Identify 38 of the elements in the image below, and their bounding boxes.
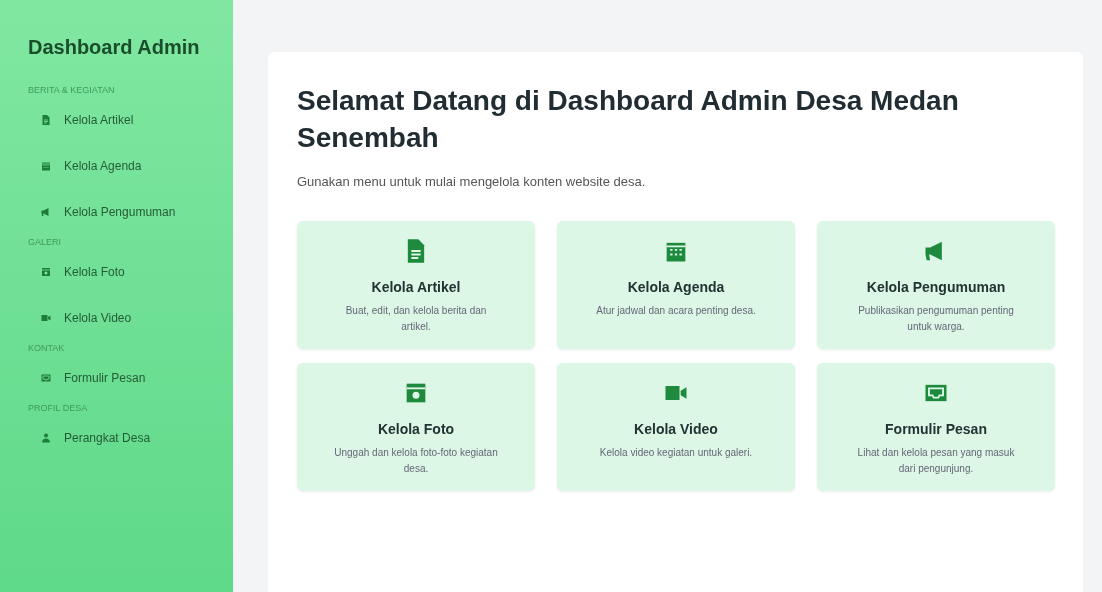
sidebar-title: Dashboard Admin [27, 36, 201, 59]
camera-icon [40, 266, 52, 278]
card-title: Kelola Agenda [627, 279, 725, 295]
user-icon [40, 432, 52, 444]
card-title: Kelola Foto [377, 421, 455, 437]
menu-card[interactable]: Kelola Agenda Atur jadwal dan acara penting desa. [557, 221, 795, 349]
card-title: Formulir Pesan [885, 421, 987, 437]
sidebar-item[interactable]: Kelola Video [0, 297, 233, 343]
page-subtitle: Gunakan menu untuk mulai mengelola konten website desa. [297, 174, 647, 189]
page-title: Selamat Datang di Dashboard Admin Desa Medan Senembah [297, 84, 960, 155]
sidebar-item[interactable]: Perangkat Desa [0, 417, 233, 463]
section-heading: BERITA & KEGIATAN [27, 85, 116, 95]
menu-card[interactable]: Formulir Pesan Lihat dan kelola pesan yang masuk dari pengunjung. [817, 363, 1055, 491]
sidebar-item[interactable]: Kelola Pengumuman [0, 191, 233, 237]
sidebar-item[interactable]: Kelola Agenda [0, 145, 233, 191]
menu-card[interactable]: Kelola Foto Unggah dan kelola foto-foto kegiatan desa. [297, 363, 535, 491]
card-title: Kelola Artikel [371, 279, 461, 295]
inbox-icon [40, 372, 52, 384]
card-description: Publikasikan pengumuman penting untuk warga. [857, 304, 1015, 334]
card-description: Buat, edit, dan kelola berita dan artikel. [344, 304, 488, 334]
card-description: Unggah dan kelola foto-foto kegiatan desa. [333, 446, 499, 476]
video-camera-icon [40, 312, 52, 324]
card-description: Lihat dan kelola pesan yang masuk dari pengunjung. [856, 446, 1016, 476]
sidebar-item[interactable]: Formulir Pesan [0, 357, 233, 403]
menu-card[interactable]: Kelola Pengumuman Publikasikan pengumuman penting untuk warga. [817, 221, 1055, 349]
section-heading: PROFIL DESA [27, 403, 89, 413]
card-title: Kelola Video [634, 421, 718, 437]
menu-card[interactable]: Kelola Artikel Buat, edit, dan kelola berita dan artikel. [297, 221, 535, 349]
section-heading: GALERI [27, 237, 62, 247]
card-description: Atur jadwal dan acara penting desa. [596, 304, 756, 318]
card-title: Kelola Pengumuman [866, 279, 1006, 295]
menu-card[interactable]: Kelola Video Kelola video kegiatan untuk galeri. [557, 363, 795, 491]
section-heading: KONTAK [27, 343, 66, 353]
megaphone-icon [40, 206, 52, 218]
sidebar-item[interactable]: Kelola Foto [0, 251, 233, 297]
file-icon [40, 114, 52, 126]
card-description: Kelola video kegiatan untuk galeri. [599, 446, 753, 460]
sidebar-item[interactable]: Kelola Artikel [0, 99, 233, 145]
